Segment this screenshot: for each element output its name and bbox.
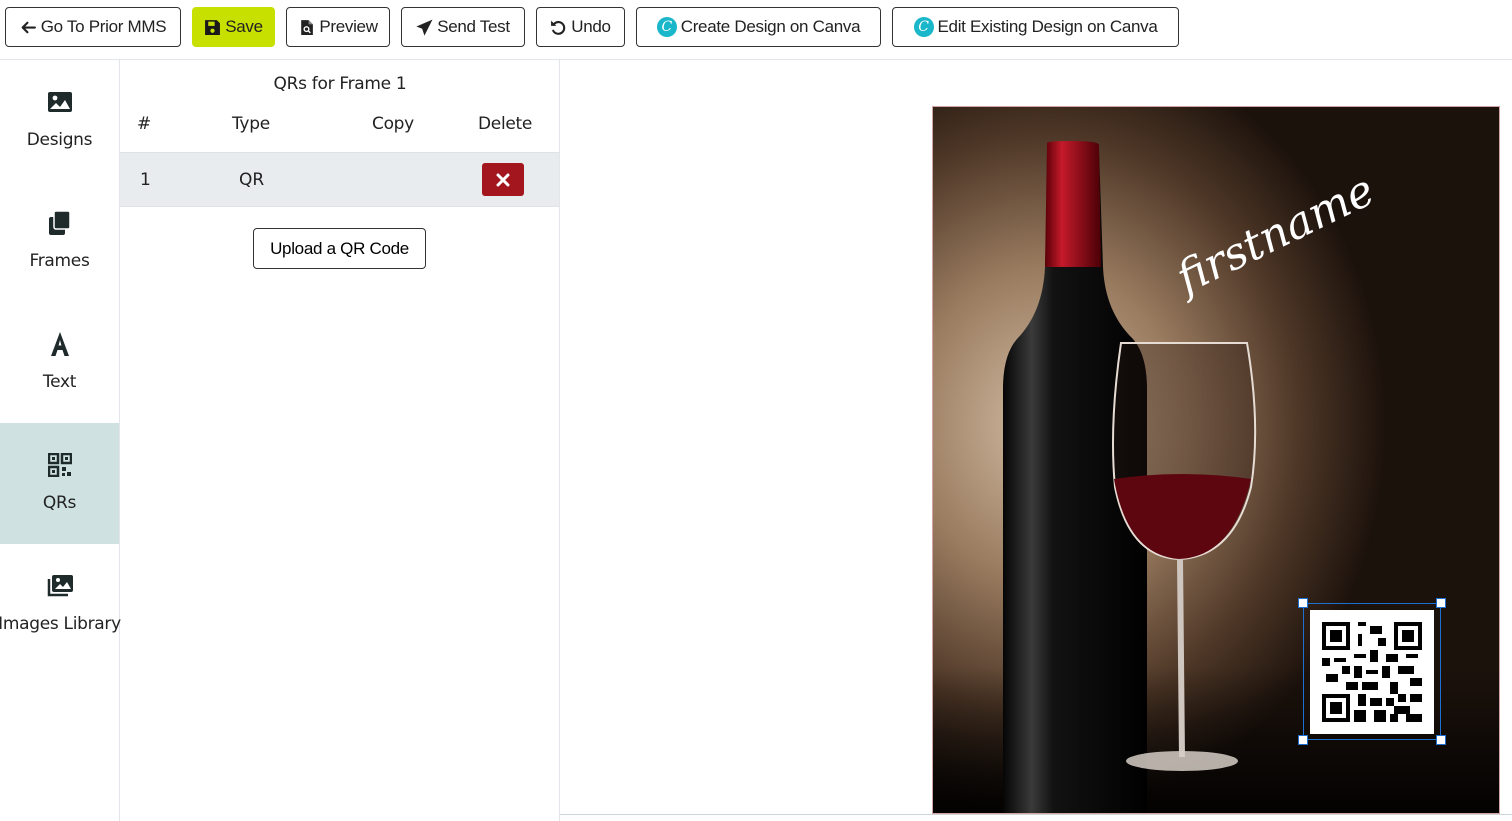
resize-handle-top-right[interactable] [1436, 598, 1446, 608]
edit-design-canva-button[interactable]: C Edit Existing Design on Canva [892, 7, 1179, 47]
qr-panel: QRs for Frame 1 # Type Copy Delete 1 QR … [120, 60, 560, 821]
undo-button[interactable]: Undo [536, 7, 625, 47]
panel-title: QRs for Frame 1 [273, 74, 407, 94]
firstname-script-text: firstname [1166, 165, 1382, 306]
close-icon [496, 173, 510, 186]
floppy-disk-icon [205, 19, 221, 35]
column-header-number: # [137, 114, 151, 134]
qr-code-graphic [1322, 622, 1422, 722]
image-icon [47, 88, 73, 116]
sidebar-item-label: Frames [29, 251, 90, 271]
table-row: 1 QR [120, 152, 559, 207]
send-test-label: Send Test [437, 17, 510, 36]
sidebar-item-designs[interactable]: Designs [0, 60, 119, 181]
sidebar-item-qrs[interactable]: QRs [0, 423, 119, 544]
upload-qr-button[interactable]: Upload a QR Code [253, 228, 426, 269]
send-test-button[interactable]: Send Test [401, 7, 525, 47]
qr-selection[interactable] [1298, 598, 1446, 745]
column-header-delete: Delete [478, 114, 533, 134]
save-button[interactable]: Save [192, 7, 275, 47]
resize-handle-top-left[interactable] [1298, 598, 1308, 608]
top-toolbar: Go To Prior MMS Save Preview Send Test U… [0, 0, 1512, 60]
design-canvas-area: firstname [560, 60, 1512, 815]
create-design-canva-label: Create Design on Canva [680, 17, 861, 36]
go-to-prior-mms-label: Go To Prior MMS [40, 17, 167, 36]
qr-code-image [1310, 610, 1434, 734]
frames-icon [48, 209, 72, 237]
column-header-type: Type [232, 114, 270, 134]
undo-label: Undo [571, 17, 611, 36]
undo-icon [551, 20, 566, 35]
resize-handle-bottom-left[interactable] [1298, 735, 1308, 745]
resize-handle-bottom-right[interactable] [1436, 735, 1446, 745]
sidebar-item-text[interactable]: Text [0, 302, 119, 423]
sidebar-item-frames[interactable]: Frames [0, 181, 119, 302]
go-to-prior-mms-button[interactable]: Go To Prior MMS [5, 7, 181, 47]
paper-plane-icon [416, 19, 433, 36]
preview-button[interactable]: Preview [286, 7, 390, 47]
delete-qr-button[interactable] [482, 163, 524, 196]
row-type: QR [239, 170, 265, 190]
canva-logo-icon: C [913, 17, 934, 37]
qr-icon [47, 451, 72, 479]
sidebar-item-label: Text [42, 372, 77, 392]
design-frame[interactable]: firstname [932, 106, 1500, 814]
create-design-canva-button[interactable]: C Create Design on Canva [636, 7, 881, 47]
sidebar-item-images-library[interactable]: Images Library [0, 544, 121, 665]
save-label: Save [225, 17, 263, 36]
canva-logo-icon: C [656, 17, 677, 37]
edit-design-canva-label: Edit Existing Design on Canva [937, 17, 1158, 36]
sidebar-item-label: Images Library [0, 614, 121, 634]
file-preview-icon [301, 19, 314, 35]
sidebar-item-label: Designs [26, 130, 93, 150]
images-library-icon [46, 572, 74, 600]
arrow-left-icon [21, 21, 36, 33]
sidebar: Designs Frames Text QRs Images Library [0, 60, 121, 821]
sidebar-item-label: QRs [42, 493, 77, 513]
row-number: 1 [140, 170, 151, 190]
text-icon [49, 330, 71, 358]
column-header-copy: Copy [372, 114, 414, 134]
preview-label: Preview [319, 17, 378, 36]
